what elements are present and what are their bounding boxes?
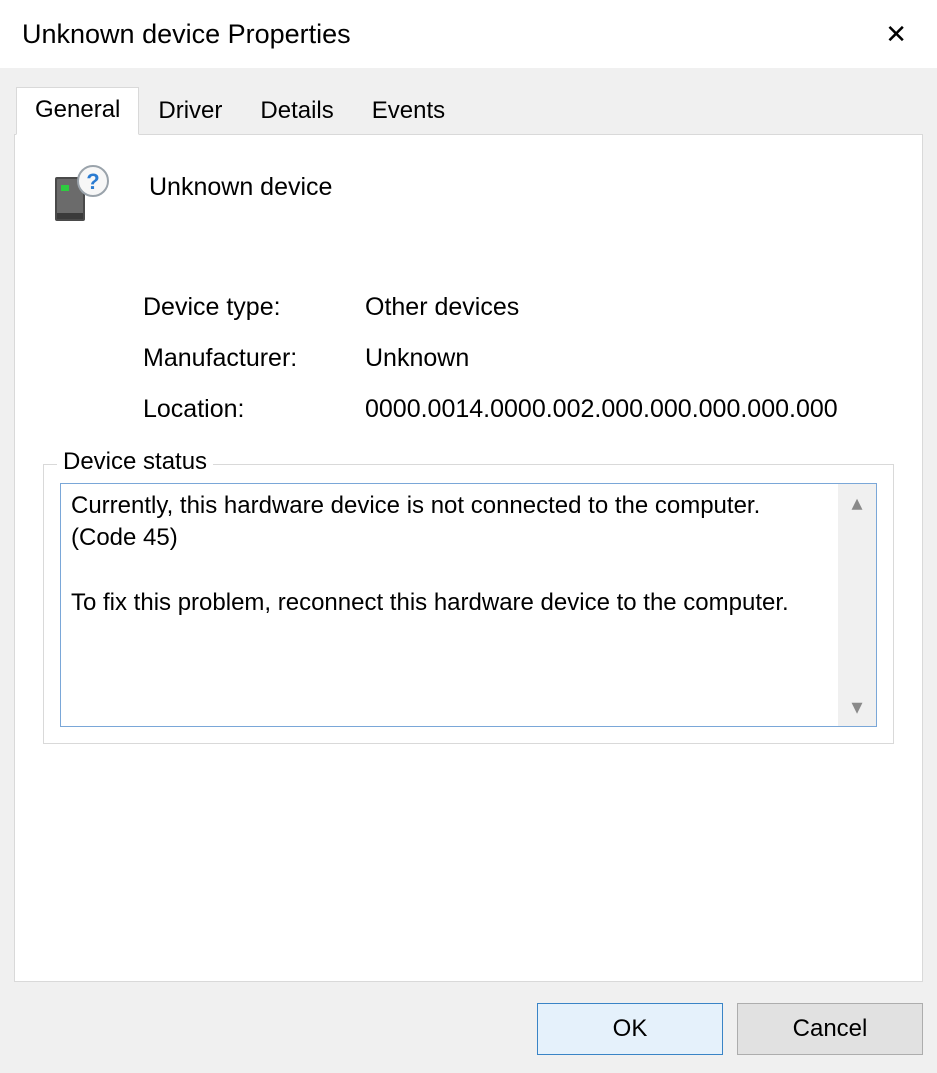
scroll-up-icon[interactable]: ▴ [851, 484, 862, 522]
ok-button[interactable]: OK [537, 1003, 723, 1055]
tabpanel-general: ? Unknown device Device type: Other devi… [14, 134, 923, 982]
cancel-button[interactable]: Cancel [737, 1003, 923, 1055]
tabstrip: General Driver Details Events [14, 68, 923, 134]
device-status-field: ▴ ▾ [60, 483, 877, 727]
tab-driver[interactable]: Driver [139, 88, 241, 135]
value-location: 0000.0014.0000.002.000.000.000.000.000 [365, 395, 894, 424]
device-status-scrollbar[interactable]: ▴ ▾ [838, 484, 876, 726]
device-info-table: Device type: Other devices Manufacturer:… [143, 293, 894, 424]
unknown-device-icon: ? [49, 163, 113, 227]
row-location: Location: 0000.0014.0000.002.000.000.000… [143, 395, 894, 424]
tab-general[interactable]: General [16, 87, 139, 135]
tab-details[interactable]: Details [241, 88, 352, 135]
titlebar: Unknown device Properties ✕ [0, 0, 937, 68]
value-device-type: Other devices [365, 293, 894, 322]
scroll-down-icon[interactable]: ▾ [851, 688, 862, 726]
device-status-label: Device status [57, 448, 213, 476]
window-title: Unknown device Properties [22, 19, 351, 50]
dialog-client-area: General Driver Details Events ? Unknown … [0, 68, 937, 1073]
svg-text:?: ? [86, 169, 99, 194]
label-manufacturer: Manufacturer: [143, 344, 365, 373]
label-location: Location: [143, 395, 365, 424]
row-manufacturer: Manufacturer: Unknown [143, 344, 894, 373]
device-name: Unknown device [149, 163, 332, 202]
label-device-type: Device type: [143, 293, 365, 322]
device-header: ? Unknown device [43, 163, 894, 227]
close-icon[interactable]: ✕ [877, 15, 915, 53]
device-status-group: Device status ▴ ▾ [43, 464, 894, 744]
device-status-frame: ▴ ▾ [43, 464, 894, 744]
device-status-text[interactable] [61, 484, 838, 726]
row-device-type: Device type: Other devices [143, 293, 894, 322]
tab-events[interactable]: Events [353, 88, 464, 135]
dialog-buttons: OK Cancel [537, 1003, 923, 1055]
value-manufacturer: Unknown [365, 344, 894, 373]
